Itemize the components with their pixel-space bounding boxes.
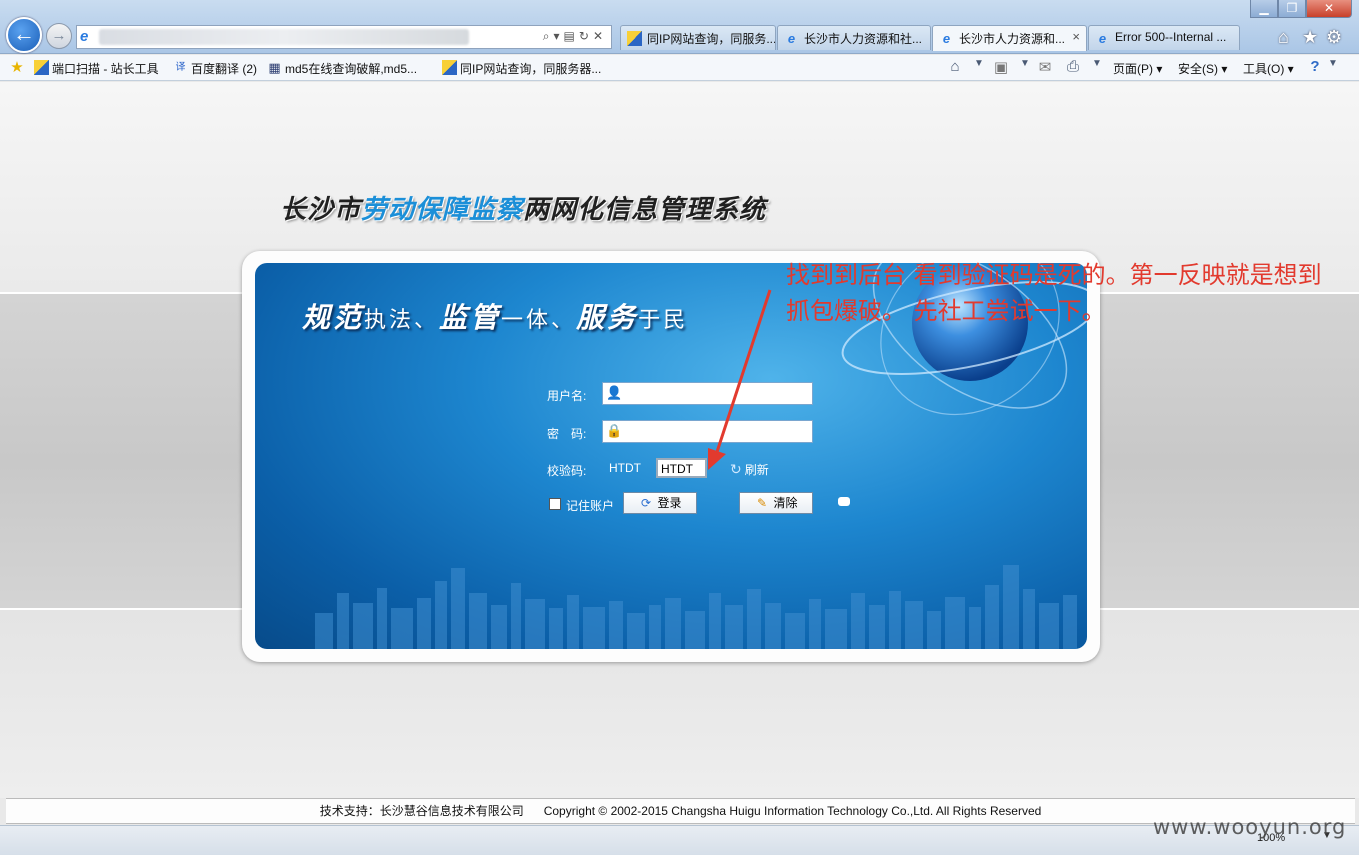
footer-support: 技术支持：长沙慧谷信息技术有限公司 [319,804,524,818]
annotation-arrow [708,289,772,470]
footer-copyright: Copyright © 2002-2015 Changsha Huigu Inf… [543,804,1042,818]
watermark: www.wooyun.org [1153,815,1347,839]
